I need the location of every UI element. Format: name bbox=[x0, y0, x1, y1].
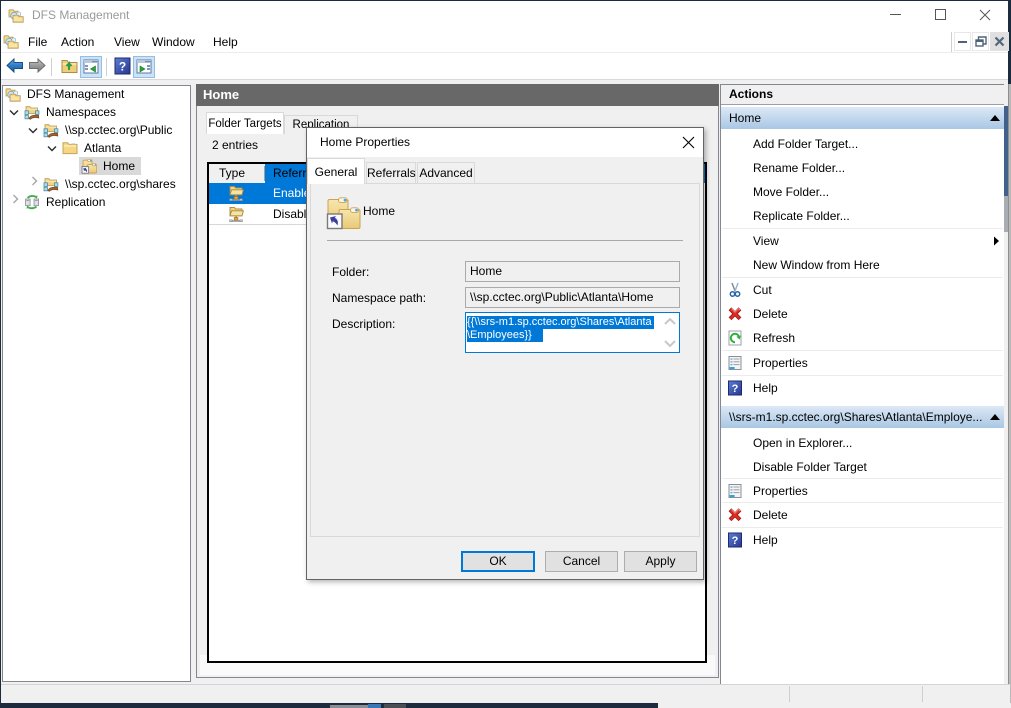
svg-text:?: ? bbox=[119, 60, 126, 74]
